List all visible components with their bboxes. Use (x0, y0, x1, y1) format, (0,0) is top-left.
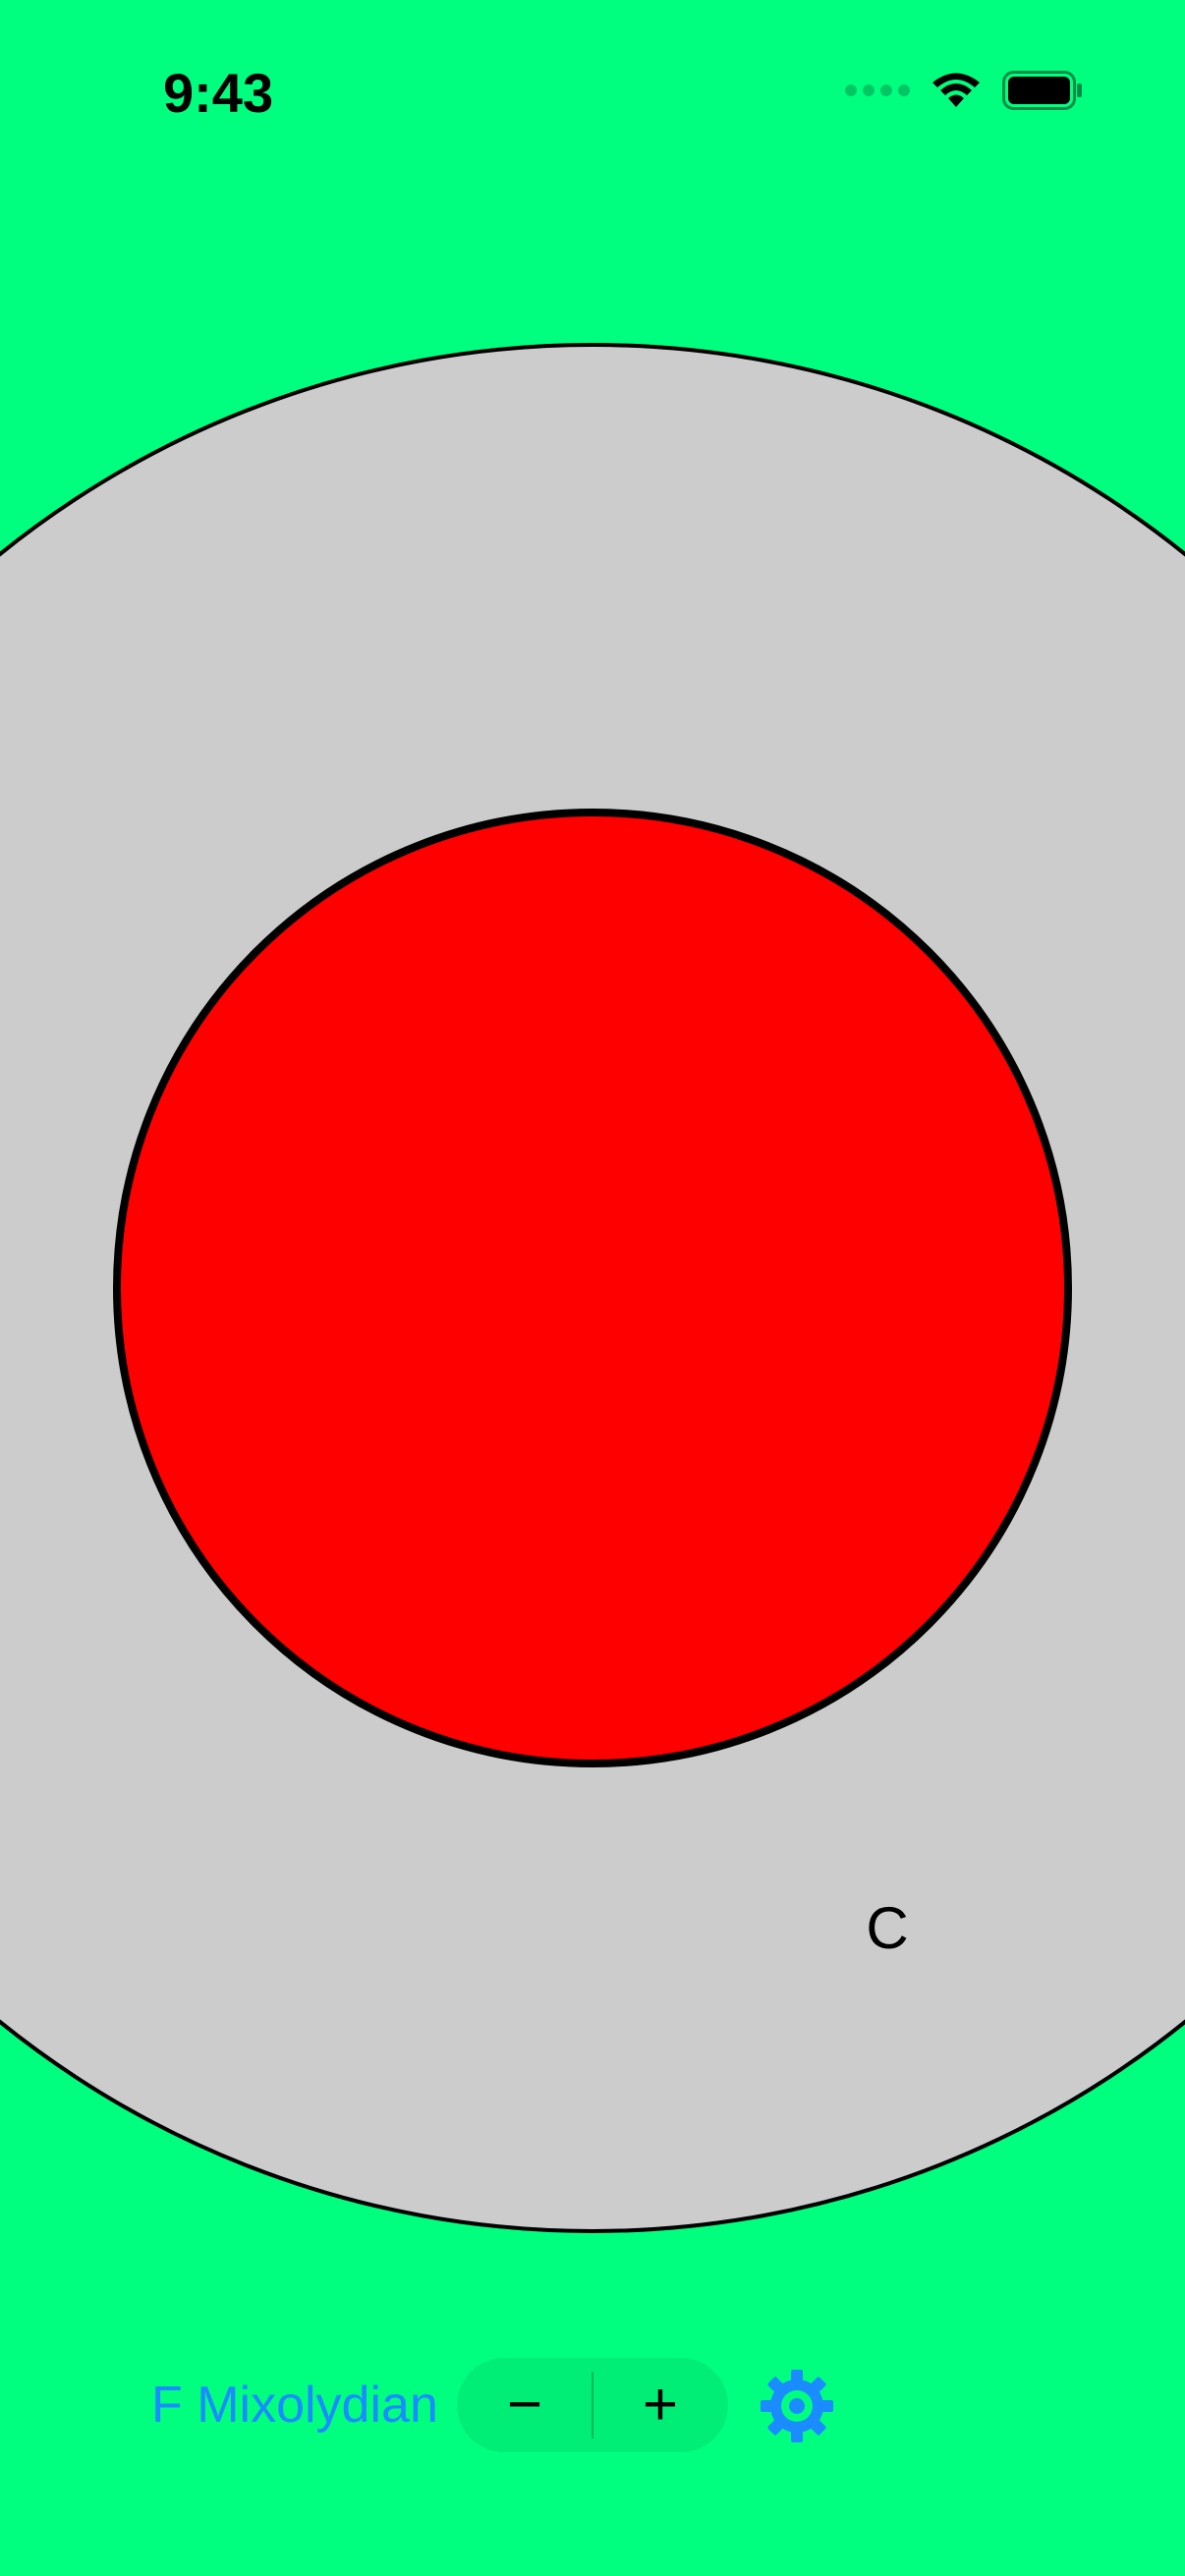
center-circle[interactable] (113, 809, 1072, 1767)
note-label-c[interactable]: C (863, 1894, 912, 1962)
scale-wheel[interactable] (0, 0, 1185, 2576)
screen: 9:43 C F Mixolydian − + (0, 0, 1185, 2576)
stepper-divider (592, 2372, 593, 2438)
scale-name-button[interactable]: F Mixolydian (151, 2376, 438, 2435)
transpose-stepper[interactable]: − + (457, 2358, 728, 2452)
gear-icon[interactable] (759, 2368, 835, 2444)
increment-button[interactable]: + (592, 2358, 728, 2452)
decrement-button[interactable]: − (457, 2358, 592, 2452)
